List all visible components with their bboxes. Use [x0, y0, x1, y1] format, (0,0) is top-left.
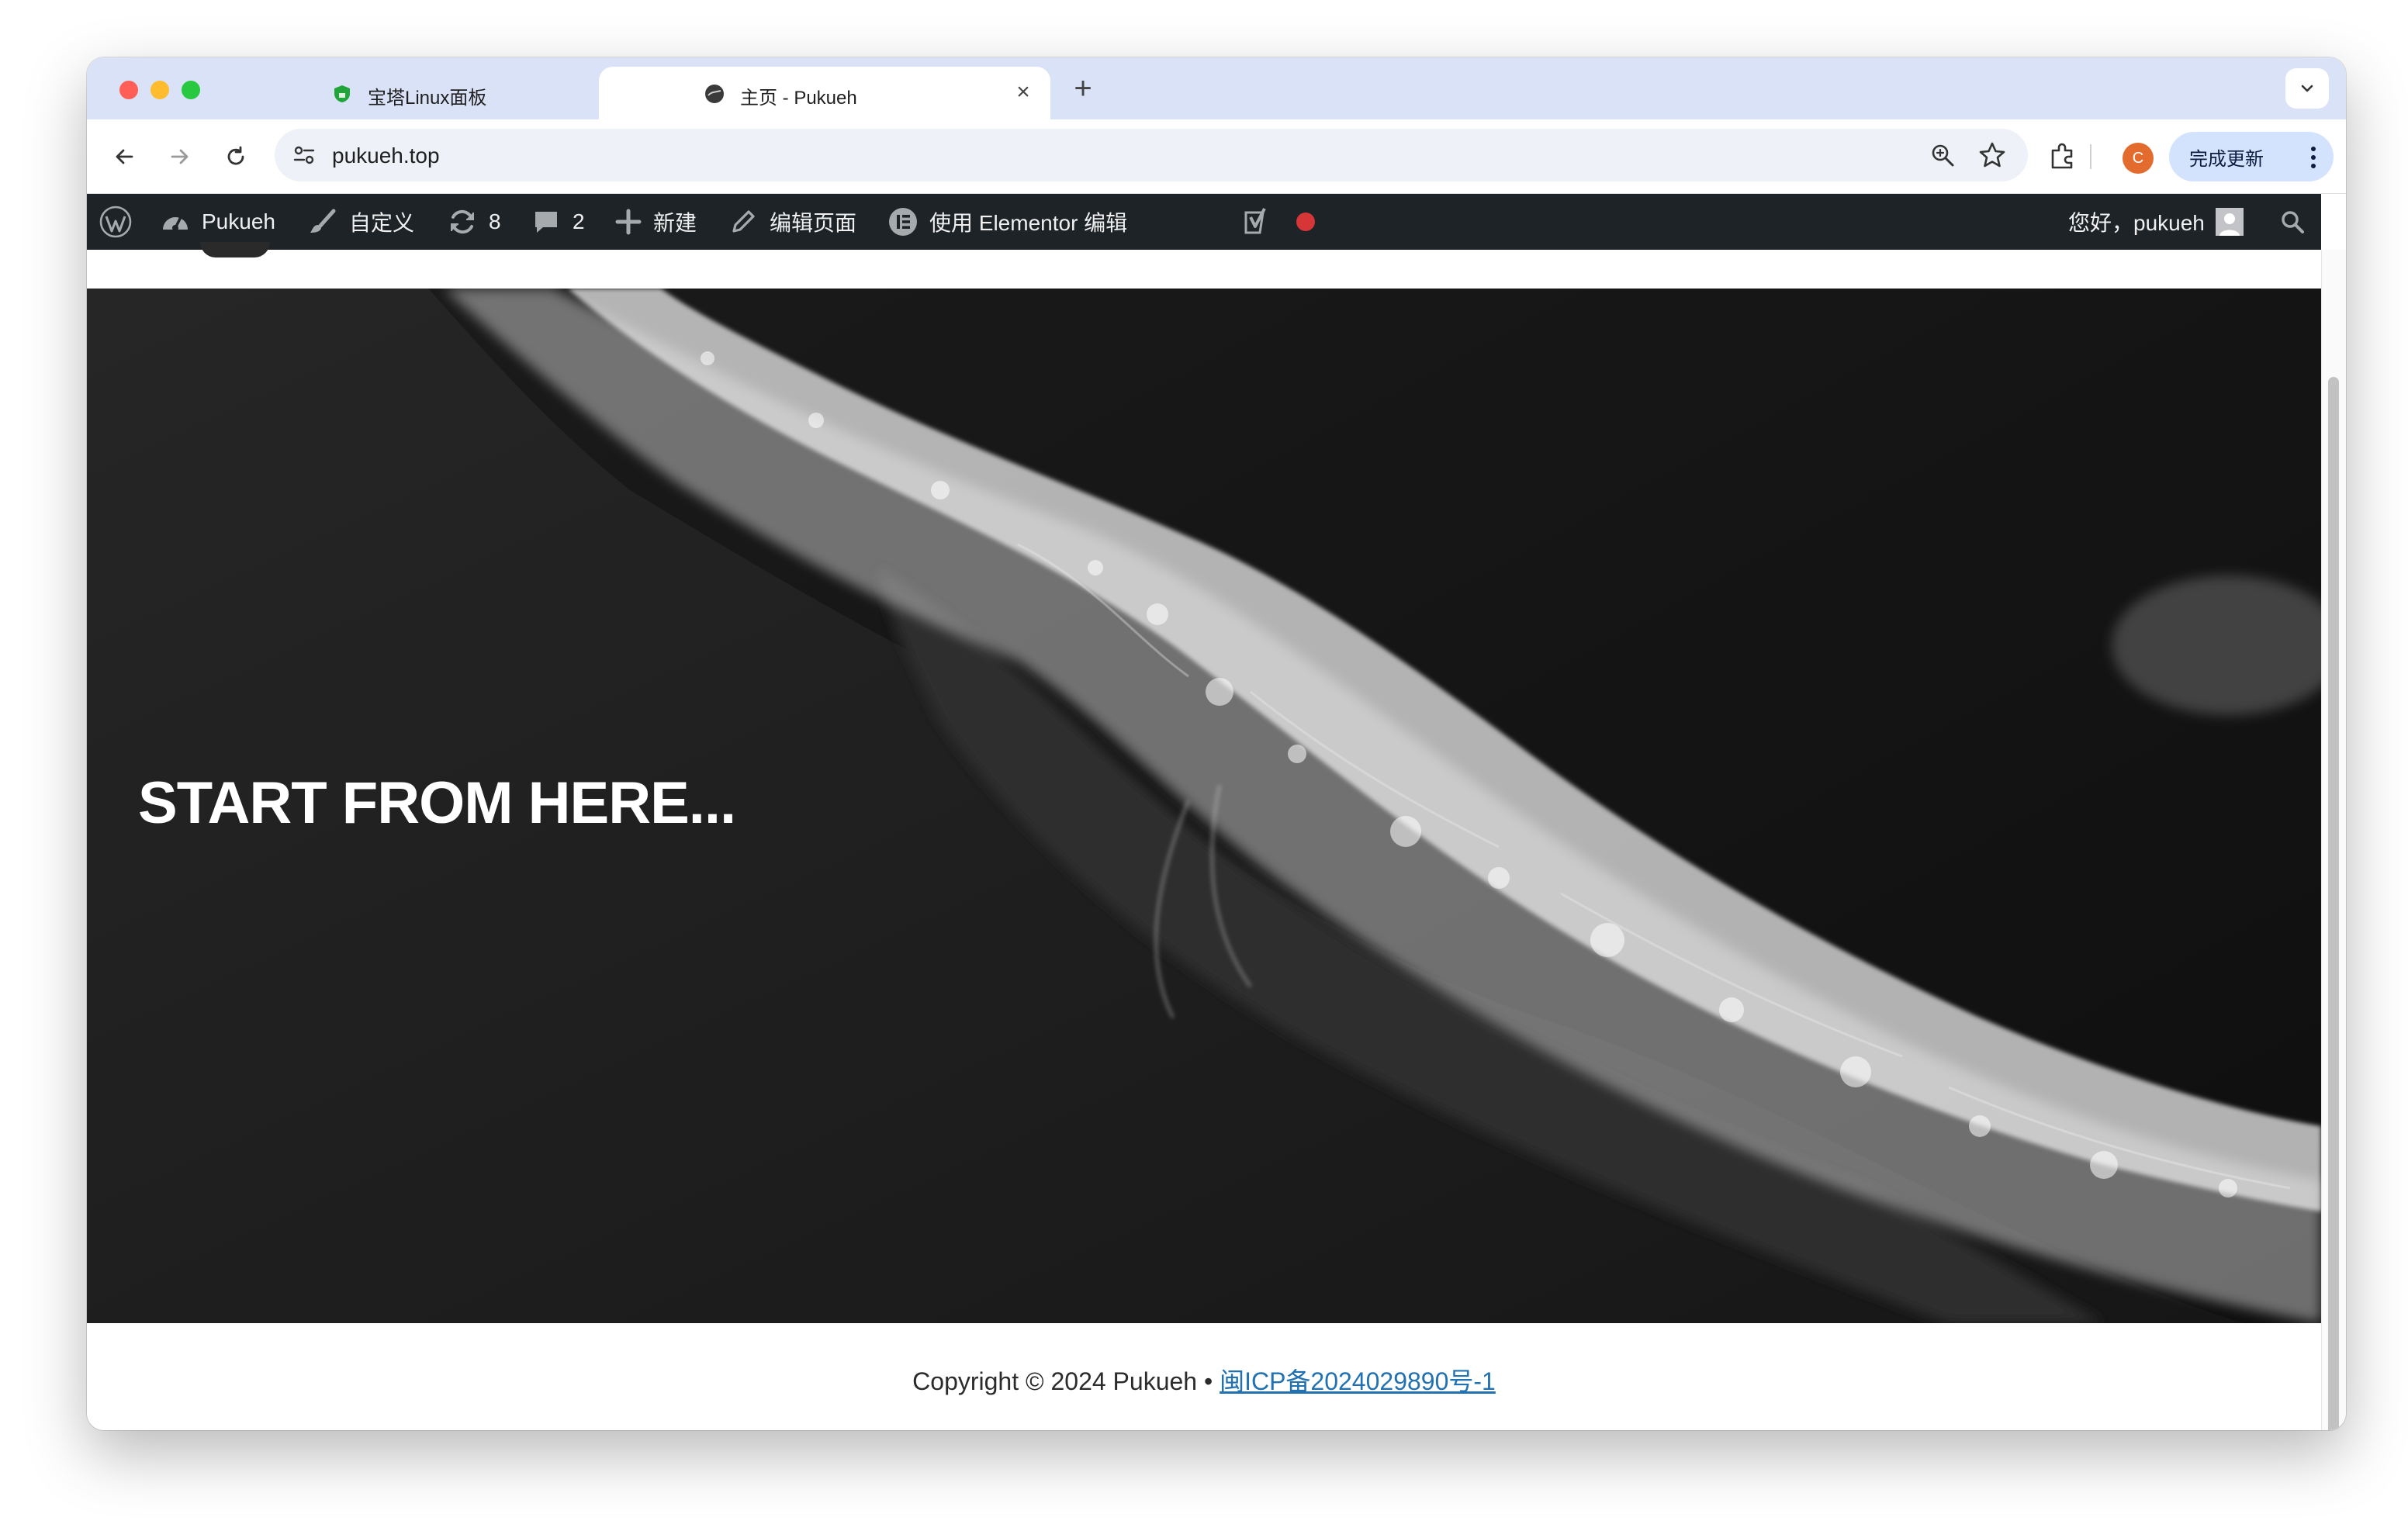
kebab-menu-icon: [2311, 147, 2316, 168]
comment-bubble-icon: [535, 212, 557, 233]
dashboard-gauge-icon: [163, 216, 188, 231]
seo-status-dot: [1296, 194, 1316, 250]
updates-count: 8: [489, 209, 501, 233]
scrollbar-thumb[interactable]: [2328, 377, 2339, 1430]
hero-title: START FROM HERE...: [138, 770, 736, 836]
url-text[interactable]: pukueh.top: [332, 143, 440, 168]
status-dot-icon: [1296, 213, 1315, 231]
copyright-text: Copyright © 2024 Pukueh •: [912, 1367, 1220, 1395]
my-account-menu[interactable]: 您好，pukueh: [2068, 194, 2244, 250]
paintbrush-icon: [310, 209, 336, 233]
tab-title: 宝塔Linux面板: [368, 88, 487, 109]
extensions-icon[interactable]: [2045, 140, 2079, 174]
wordpress-logo-icon: [99, 206, 132, 238]
forward-button[interactable]: [163, 140, 197, 174]
new-tab-button[interactable]: +: [1066, 71, 1100, 105]
update-label: 完成更新: [2189, 148, 2264, 170]
reload-button[interactable]: [219, 140, 253, 174]
updates-link[interactable]: 8: [447, 194, 501, 250]
arrow-left-icon: [116, 149, 133, 164]
site-name: Pukueh: [202, 209, 275, 233]
yoast-seo-menu[interactable]: [1241, 194, 1272, 250]
elementor-icon: [889, 208, 917, 236]
site-settings-icon[interactable]: [290, 141, 318, 169]
chevron-down-icon: [2301, 85, 2313, 92]
site-header: [87, 242, 2321, 289]
page-scrollbar[interactable]: [2321, 250, 2346, 1430]
tab-pukueh[interactable]: 主页 - Pukueh ×: [599, 67, 1050, 119]
tab-search-button[interactable]: [2285, 68, 2329, 109]
wp-logo-menu[interactable]: [99, 194, 132, 250]
site-footer: Copyright © 2024 Pukueh • 闽ICP备202402989…: [87, 1323, 2321, 1430]
elementor-label: 使用 Elementor 编辑: [929, 211, 1128, 235]
toolbar-separator: [2090, 144, 2091, 169]
user-avatar-icon: [2215, 208, 2244, 236]
browser-toolbar: pukueh.top C 完成更新: [87, 119, 2346, 194]
close-window-button[interactable]: [119, 81, 138, 99]
customize-label: 自定义: [349, 211, 415, 235]
comments-link[interactable]: 2: [531, 194, 585, 250]
zoom-window-button[interactable]: [182, 81, 200, 99]
wp-admin-bar: Pukueh 自定义 8 2 新建 编辑页面 使用 Elementor 编辑 您…: [87, 194, 2321, 250]
new-content-menu[interactable]: 新建: [614, 194, 697, 250]
admin-search-button[interactable]: [2279, 194, 2306, 250]
customize-link[interactable]: 自定义: [307, 194, 414, 250]
edit-page-label: 编辑页面: [770, 211, 857, 235]
footer-copyright: Copyright © 2024 Pukueh • 闽ICP备202402989…: [87, 1362, 2321, 1398]
bookmark-star-icon[interactable]: [1977, 140, 2008, 171]
minimize-window-button[interactable]: [150, 81, 169, 99]
zoom-icon[interactable]: [1929, 141, 1956, 169]
search-icon: [2282, 211, 2304, 233]
site-logo[interactable]: [200, 242, 270, 257]
close-tab-icon[interactable]: ×: [1010, 79, 1036, 105]
plus-icon: [615, 209, 642, 235]
browser-window: 宝塔Linux面板 × 主页 - Pukueh × +: [87, 57, 2346, 1430]
update-button[interactable]: 完成更新: [2169, 132, 2334, 181]
yoast-icon: [1244, 208, 1266, 234]
baota-shield-icon: [334, 85, 350, 102]
comments-count: 2: [573, 209, 585, 233]
edit-page-link[interactable]: 编辑页面: [728, 194, 856, 250]
window-controls: [119, 81, 200, 99]
profile-avatar[interactable]: C: [2123, 143, 2154, 174]
updates-refresh-icon: [451, 209, 474, 234]
hero-section: START FROM HERE...: [87, 289, 2321, 1323]
pencil-icon: [732, 210, 755, 233]
arrow-right-icon: [171, 149, 189, 164]
tab-strip: 宝塔Linux面板 × 主页 - Pukueh × +: [87, 57, 2346, 119]
elementor-edit-link[interactable]: 使用 Elementor 编辑: [887, 194, 1127, 250]
reload-icon: [227, 146, 244, 165]
icp-license-link[interactable]: 闽ICP备2024029890号-1: [1220, 1367, 1496, 1395]
greeting-label: 您好，pukueh: [2068, 211, 2205, 235]
site-avatar-icon: [705, 85, 724, 103]
tab-title: 主页 - Pukueh: [740, 88, 857, 109]
address-bar[interactable]: pukueh.top: [275, 129, 2028, 181]
new-label: 新建: [653, 211, 697, 235]
back-button[interactable]: [107, 140, 141, 174]
